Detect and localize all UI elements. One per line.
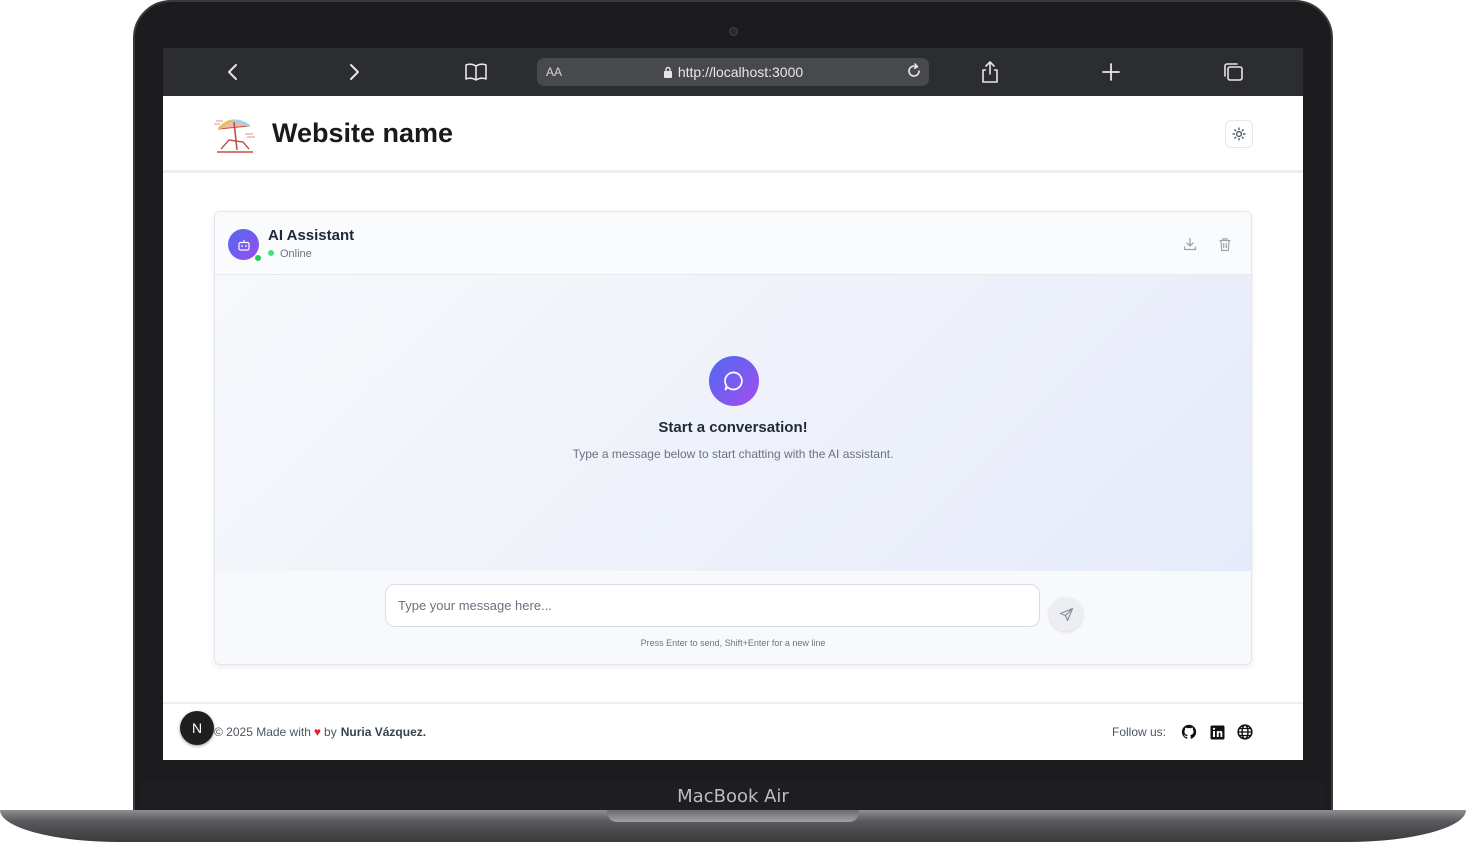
website-link[interactable] — [1236, 723, 1254, 741]
bookmarks-button[interactable] — [463, 60, 489, 84]
follow-label: Follow us: — [1112, 725, 1167, 739]
screen: AA http://localhost:3000 Website name AI… — [163, 48, 1303, 760]
linkedin-icon — [1210, 725, 1224, 739]
composer: Press Enter to send, Shift+Enter for a n… — [215, 571, 1251, 664]
copyright: © 2025 Made with ♥ by Nuria Vázquez. — [214, 725, 426, 739]
forward-button[interactable] — [341, 60, 367, 84]
lock-icon — [663, 66, 672, 78]
back-button[interactable] — [220, 60, 246, 84]
messages-area[interactable]: Start a conversation! Type a message bel… — [215, 275, 1251, 571]
chevron-right-icon — [350, 64, 359, 80]
reload-button[interactable] — [905, 62, 923, 85]
copyright-prefix: © 2025 Made with — [214, 725, 311, 739]
status-dot — [268, 250, 274, 256]
browser-toolbar: AA http://localhost:3000 — [163, 48, 1303, 96]
new-tab-button[interactable] — [1098, 60, 1124, 84]
author-link[interactable]: Nuria Vázquez. — [341, 725, 426, 739]
tabs-overview-button[interactable] — [1220, 60, 1246, 84]
laptop-notch — [607, 810, 859, 822]
chat-header: AI Assistant Online — [215, 212, 1251, 275]
theme-toggle-button[interactable] — [1225, 120, 1253, 148]
send-button[interactable] — [1049, 597, 1083, 631]
globe-icon — [1237, 724, 1253, 740]
chat-card: AI Assistant Online Start a conversation… — [214, 211, 1252, 665]
linkedin-link[interactable] — [1208, 723, 1226, 741]
download-icon — [1183, 237, 1197, 251]
camera — [729, 27, 738, 36]
share-icon — [982, 61, 998, 83]
download-chat-button[interactable] — [1181, 235, 1199, 253]
clear-chat-button[interactable] — [1216, 235, 1234, 253]
plus-icon — [1102, 63, 1120, 81]
address-bar[interactable]: AA http://localhost:3000 — [537, 58, 929, 86]
empty-state-icon — [709, 356, 759, 406]
reload-icon — [908, 63, 920, 77]
status-text: Online — [280, 248, 312, 260]
copyright-by: by — [324, 725, 337, 739]
bot-icon — [237, 239, 250, 251]
github-icon — [1181, 724, 1197, 739]
nextjs-badge[interactable]: N — [180, 711, 214, 745]
site-header: Website name — [163, 96, 1303, 173]
screenshot-stage: MacBook Air AA http://localhost:3000 Web… — [0, 0, 1466, 842]
send-icon — [1059, 607, 1073, 621]
online-indicator — [254, 254, 262, 262]
heart-icon: ♥ — [313, 725, 322, 739]
message-input[interactable] — [385, 584, 1040, 627]
tabs-icon — [1224, 63, 1243, 81]
book-icon — [465, 63, 487, 81]
empty-state-title: Start a conversation! — [658, 419, 808, 436]
share-button[interactable] — [977, 60, 1003, 84]
chat-bubble-icon — [724, 371, 743, 391]
empty-state-subtitle: Type a message below to start chatting w… — [572, 447, 894, 461]
url-text: http://localhost:3000 — [677, 64, 804, 80]
device-brand-label: MacBook Air — [677, 786, 789, 807]
site-footer: N © 2025 Made with ♥ by Nuria Vázquez. Foll… — [163, 702, 1303, 760]
composer-hint: Press Enter to send, Shift+Enter for a n… — [640, 638, 826, 648]
site-title: Website name — [272, 118, 454, 148]
sun-icon — [1232, 127, 1246, 141]
trash-icon — [1219, 237, 1231, 251]
site-logo[interactable] — [213, 112, 257, 156]
url-display[interactable]: http://localhost:3000 — [537, 64, 929, 80]
beach-umbrella-icon — [214, 119, 255, 153]
assistant-status: Online — [268, 248, 312, 260]
chevron-left-icon — [228, 64, 237, 80]
github-link[interactable] — [1180, 723, 1198, 741]
assistant-name: AI Assistant — [268, 227, 355, 244]
